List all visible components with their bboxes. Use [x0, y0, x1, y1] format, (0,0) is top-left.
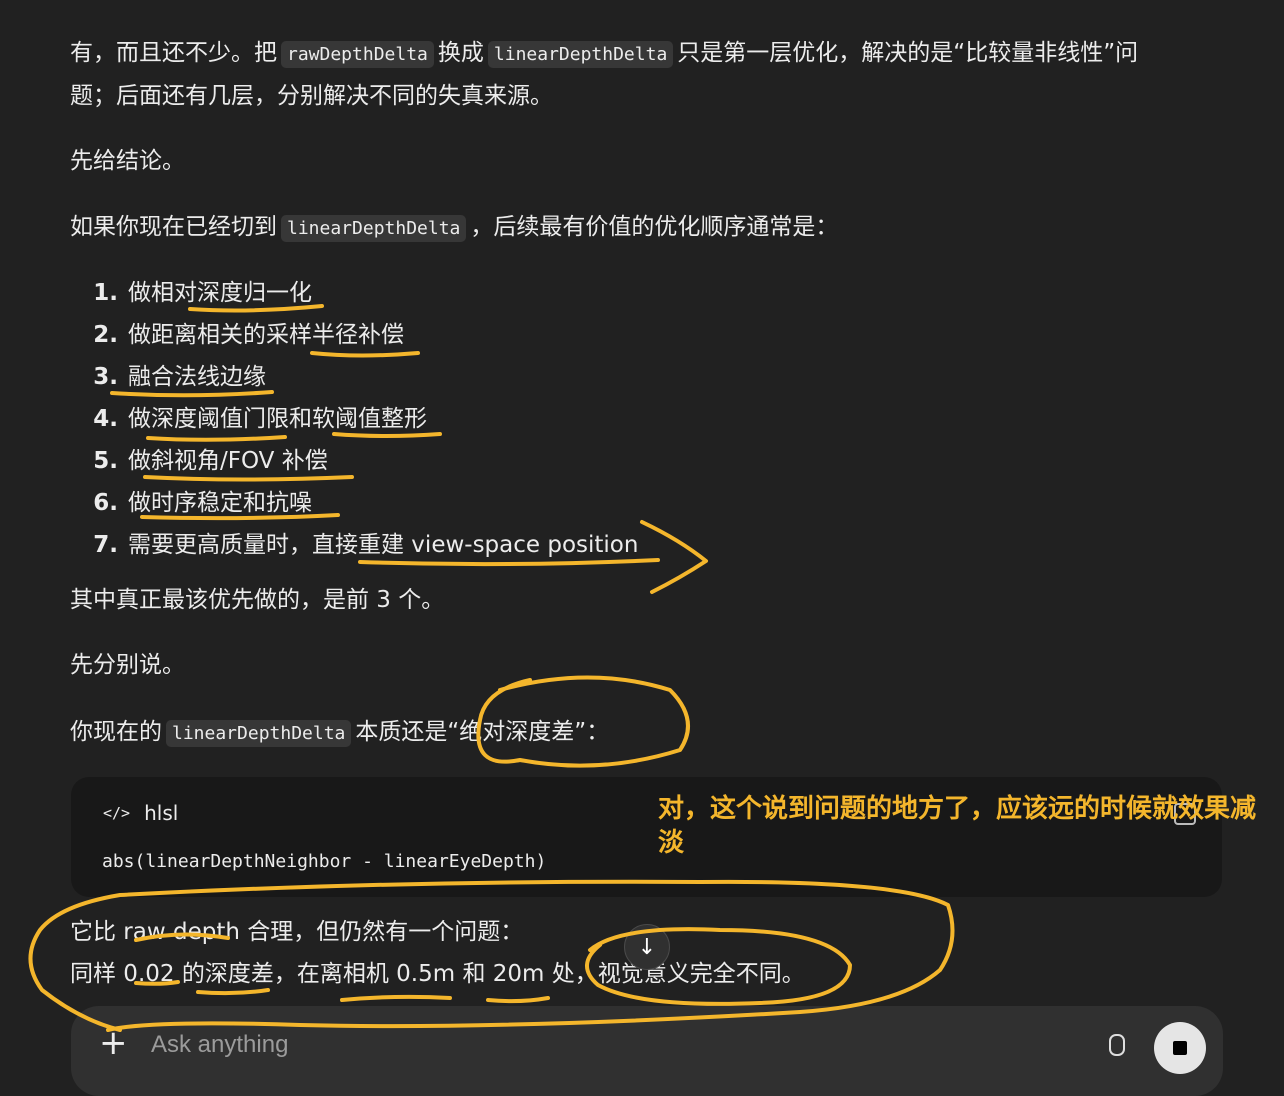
- text: 有，而且还不少。把: [70, 40, 277, 66]
- list-item: 2. 做距离相关的采样半径补偿: [70, 320, 638, 362]
- list-number: 1.: [93, 280, 118, 306]
- underline-distance: [196, 988, 270, 996]
- list-number: 5.: [93, 448, 118, 474]
- code-icon: </>: [103, 804, 131, 822]
- list-label: 做距离相关的采样半径补偿: [128, 322, 404, 348]
- arrow-down-icon: ↓: [637, 934, 657, 960]
- list-item: 4. 做深度阈值门限和软阈值整形: [70, 404, 638, 446]
- plus-icon[interactable]: +: [99, 1026, 128, 1060]
- conclusion-text: 先给结论。: [70, 148, 185, 174]
- list-number: 3.: [93, 364, 118, 390]
- code-line: abs(linearDepthNeighbor - linearEyeDepth…: [102, 851, 547, 872]
- inline-code: rawDepthDelta: [281, 41, 434, 68]
- inline-code: linearDepthDelta: [166, 720, 352, 747]
- text: ，后续最有价值的优化顺序通常是：: [470, 214, 839, 240]
- paragraph-3: 你现在的 linearDepthDelta 本质还是“绝对深度差”：: [70, 717, 609, 749]
- paragraph-2: 如果你现在已经切到 linearDepthDelta ，后续最有价值的优化顺序通常是…: [70, 212, 838, 244]
- text: 只是第一层优化，解决的是“比较量非线性”问: [677, 40, 1139, 66]
- underline-05m: [340, 994, 452, 1002]
- text: 如果你现在已经切到: [70, 214, 277, 240]
- prompt-input[interactable]: [149, 1030, 1053, 1060]
- list-item: 7. 需要更高质量时，直接重建 view-space position: [70, 530, 638, 572]
- inline-code: linearDepthDelta: [487, 41, 674, 68]
- scroll-down-button[interactable]: ↓: [624, 924, 670, 970]
- separately-text: 先分别说。: [70, 652, 185, 678]
- paragraph-1-line-2: 题；后面还有几层，分别解决不同的失真来源。: [70, 83, 553, 109]
- list-label: 做深度阈值门限和软阈值整形: [128, 406, 427, 432]
- optimization-steps-list: 1. 做相对深度归一化 2. 做距离相关的采样半径补偿 3. 融合法线边缘 4. 做深度…: [70, 278, 638, 572]
- text: 你现在的: [70, 719, 162, 745]
- paragraph-1-line-1: 有，而且还不少。把 rawDepthDelta 换成 linearDepthDelta…: [70, 38, 1138, 70]
- list-item: 1. 做相对深度归一化: [70, 278, 638, 320]
- text: 本质还是“绝对深度差”：: [355, 719, 610, 745]
- paragraph-4-line-1: 它比 raw depth 合理，但仍然有一个问题：: [70, 919, 524, 945]
- stop-button[interactable]: [1154, 1022, 1206, 1074]
- handwritten-note: 对，这个说到问题的地方了，应该远的时候就效果减淡: [658, 794, 1257, 858]
- list-number: 4.: [93, 406, 118, 432]
- list-label: 做时序稳定和抗噪: [128, 490, 312, 516]
- list-item: 3. 融合法线边缘: [70, 362, 638, 404]
- list-item: 6. 做时序稳定和抗噪: [70, 488, 638, 530]
- list-label: 需要更高质量时，直接重建 view-space position: [128, 532, 639, 558]
- text: 换成: [437, 40, 484, 66]
- list-label: 做相对深度归一化: [128, 280, 312, 306]
- composer: +: [71, 1006, 1223, 1096]
- list-number: 2.: [93, 322, 118, 348]
- language-name: hlsl: [144, 801, 179, 825]
- inline-code: linearDepthDelta: [281, 215, 467, 242]
- code-language-label: </> hlsl: [103, 801, 178, 825]
- list-item: 5. 做斜视角/FOV 补偿: [70, 446, 638, 488]
- paragraph-4-line-2: 同样 0.02 的深度差，在离相机 0.5m 和 20m 处，视觉意义完全不同。: [70, 961, 805, 987]
- underline-20m: [486, 996, 550, 1004]
- list-label: 融合法线边缘: [128, 364, 266, 390]
- list-number: 6.: [93, 490, 118, 516]
- list-number: 7.: [93, 532, 118, 558]
- priority-text: 其中真正最该优先做的，是前 3 个。: [70, 587, 445, 613]
- arrow-head: [640, 520, 708, 594]
- list-label: 做斜视角/FOV 补偿: [128, 448, 328, 474]
